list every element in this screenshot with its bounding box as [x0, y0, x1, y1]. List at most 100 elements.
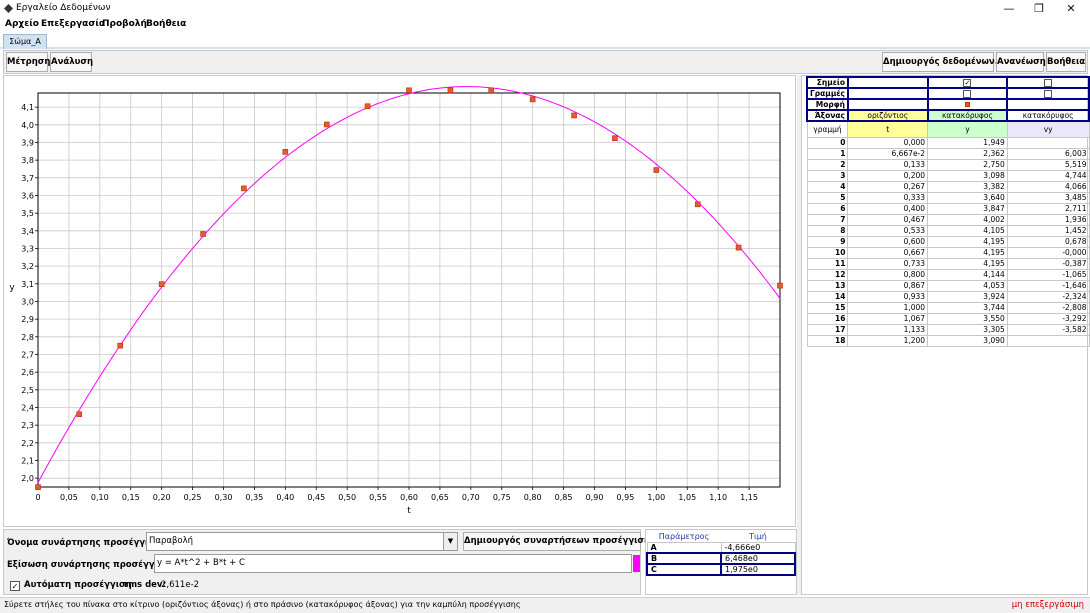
- measure-button[interactable]: Μέτρηση: [6, 52, 50, 72]
- fit-color-swatch[interactable]: [633, 555, 640, 572]
- t-cell[interactable]: 1,000: [847, 301, 929, 314]
- table-row[interactable]: 11 0,733 4,195 -0,387: [806, 257, 1090, 270]
- t-cell[interactable]: 0,867: [847, 279, 929, 292]
- t-cell[interactable]: 0,933: [847, 290, 929, 303]
- table-row[interactable]: 7 0,467 4,002 1,936: [806, 213, 1090, 226]
- y-cell[interactable]: 4,053: [927, 279, 1008, 292]
- minimize-button[interactable]: —: [994, 0, 1024, 18]
- table-row[interactable]: 5 0,333 3,640 3,485: [806, 191, 1090, 204]
- y-cell[interactable]: 3,098: [927, 169, 1008, 182]
- vy-cell[interactable]: -2,808: [1006, 301, 1090, 314]
- y-cell[interactable]: 1,949: [927, 136, 1008, 149]
- y-cell[interactable]: 4,144: [927, 268, 1008, 281]
- y-cell[interactable]: 3,305: [927, 323, 1008, 336]
- vy-cell[interactable]: 2,711: [1006, 202, 1090, 215]
- auto-fit-checkbox[interactable]: ✓: [10, 581, 20, 591]
- axis-t[interactable]: οριζόντιος: [846, 109, 929, 122]
- tab-body-a[interactable]: Σώμα_A: [3, 34, 47, 49]
- lines-y-checkbox[interactable]: [963, 90, 972, 97]
- column-header-y[interactable]: y: [927, 120, 1008, 138]
- y-cell[interactable]: 4,002: [927, 213, 1008, 226]
- column-header-t[interactable]: t: [847, 120, 929, 138]
- vy-cell[interactable]: -0,387: [1006, 257, 1090, 270]
- t-cell[interactable]: 6,667e-2: [847, 147, 929, 160]
- t-cell[interactable]: 0,000: [847, 136, 929, 149]
- lines-vy-checkbox[interactable]: [1044, 90, 1053, 97]
- vy-cell[interactable]: 0,678: [1006, 235, 1090, 248]
- t-cell[interactable]: 0,200: [847, 169, 929, 182]
- table-row[interactable]: 6 0,400 3,847 2,711: [806, 202, 1090, 215]
- y-cell[interactable]: 2,750: [927, 158, 1008, 171]
- vy-cell[interactable]: 4,744: [1006, 169, 1090, 182]
- t-cell[interactable]: 0,400: [847, 202, 929, 215]
- point-vy-checkbox[interactable]: [1044, 79, 1053, 86]
- t-cell[interactable]: 1,133: [847, 323, 929, 336]
- fit-chart[interactable]: 0 0,05 0,10 0,15 0,20 0,25 0,30 0,35 0,40 0,45 0,5…: [4, 76, 794, 524]
- vy-cell[interactable]: -3,582: [1006, 323, 1090, 336]
- menu-view[interactable]: Προβολή: [102, 19, 147, 29]
- t-cell[interactable]: 0,533: [847, 224, 929, 237]
- y-cell[interactable]: 4,105: [927, 224, 1008, 237]
- t-cell[interactable]: 0,733: [847, 257, 929, 270]
- analysis-button[interactable]: Ανάλυση: [50, 52, 93, 72]
- y-cell[interactable]: 3,090: [927, 334, 1008, 347]
- chevron-down-icon[interactable]: ▼: [443, 533, 457, 550]
- y-cell[interactable]: 3,550: [927, 312, 1008, 325]
- table-row[interactable]: 13 0,867 4,053 -1,646: [806, 279, 1090, 292]
- table-row[interactable]: 14 0,933 3,924 -2,324: [806, 290, 1090, 303]
- y-cell[interactable]: 3,640: [927, 191, 1008, 204]
- vy-cell[interactable]: -1,065: [1006, 268, 1090, 281]
- data-builder-button[interactable]: Δημιουργός δεδομένων...: [882, 52, 1004, 72]
- vy-cell[interactable]: [1006, 334, 1090, 347]
- vy-cell[interactable]: -0,000: [1006, 246, 1090, 259]
- table-row[interactable]: 4 0,267 3,382 4,066: [806, 180, 1090, 193]
- y-cell[interactable]: 3,382: [927, 180, 1008, 193]
- y-cell[interactable]: 3,744: [927, 301, 1008, 314]
- vy-cell[interactable]: 1,452: [1006, 224, 1090, 237]
- table-row[interactable]: 15 1,000 3,744 -2,808: [806, 301, 1090, 314]
- vy-cell[interactable]: 4,066: [1006, 180, 1090, 193]
- y-cell[interactable]: 3,924: [927, 290, 1008, 303]
- table-row[interactable]: 1 6,667e-2 2,362 6,003: [806, 147, 1090, 160]
- vy-cell[interactable]: -2,324: [1006, 290, 1090, 303]
- y-cell[interactable]: 3,847: [927, 202, 1008, 215]
- t-cell[interactable]: 0,600: [847, 235, 929, 248]
- t-cell[interactable]: 0,133: [847, 158, 929, 171]
- vy-cell[interactable]: -1,646: [1006, 279, 1090, 292]
- table-row[interactable]: 9 0,600 4,195 0,678: [806, 235, 1090, 248]
- vy-cell[interactable]: [1006, 136, 1090, 149]
- y-cell[interactable]: 4,195: [927, 246, 1008, 259]
- fit-equation-input[interactable]: y = A*t^2 + B*t + C: [154, 554, 632, 573]
- axis-vy[interactable]: κατακόρυφος: [1006, 109, 1090, 122]
- t-cell[interactable]: 0,267: [847, 180, 929, 193]
- y-cell[interactable]: 2,362: [927, 147, 1008, 160]
- table-row[interactable]: 0 0,000 1,949: [806, 136, 1090, 149]
- table-row[interactable]: 2 0,133 2,750 5,519: [806, 158, 1090, 171]
- vy-cell[interactable]: 3,485: [1006, 191, 1090, 204]
- menu-help[interactable]: Βοήθεια: [146, 19, 186, 29]
- help-button[interactable]: Βοήθεια: [1046, 52, 1086, 72]
- shape-marker-icon[interactable]: [964, 102, 970, 107]
- table-row[interactable]: 10 0,667 4,195 -0,000: [806, 246, 1090, 259]
- t-cell[interactable]: 0,333: [847, 191, 929, 204]
- vy-cell[interactable]: -3,292: [1006, 312, 1090, 325]
- table-row[interactable]: 8 0,533 4,105 1,452: [806, 224, 1090, 237]
- y-cell[interactable]: 4,195: [927, 235, 1008, 248]
- table-row[interactable]: 12 0,800 4,144 -1,065: [806, 268, 1090, 281]
- column-header-vy[interactable]: vy: [1006, 120, 1090, 138]
- refresh-button[interactable]: Ανανέωση: [996, 52, 1046, 72]
- t-cell[interactable]: 0,667: [847, 246, 929, 259]
- table-row[interactable]: 3 0,200 3,098 4,744: [806, 169, 1090, 182]
- fit-builder-button[interactable]: Δημιουργός συναρτήσεων προσέγγισης...: [463, 532, 665, 551]
- maximize-button[interactable]: ❐: [1024, 0, 1054, 18]
- t-cell[interactable]: 1,067: [847, 312, 929, 325]
- point-y-checkbox[interactable]: ✓: [963, 79, 972, 86]
- axis-y[interactable]: κατακόρυφος: [926, 109, 1009, 122]
- y-cell[interactable]: 4,195: [927, 257, 1008, 270]
- t-cell[interactable]: 0,467: [847, 213, 929, 226]
- menu-file[interactable]: Αρχείο: [5, 19, 39, 29]
- menu-edit[interactable]: Επεξεργασία: [41, 19, 105, 29]
- t-cell[interactable]: 1,200: [847, 334, 929, 347]
- vy-cell[interactable]: 1,936: [1006, 213, 1090, 226]
- t-cell[interactable]: 0,800: [847, 268, 929, 281]
